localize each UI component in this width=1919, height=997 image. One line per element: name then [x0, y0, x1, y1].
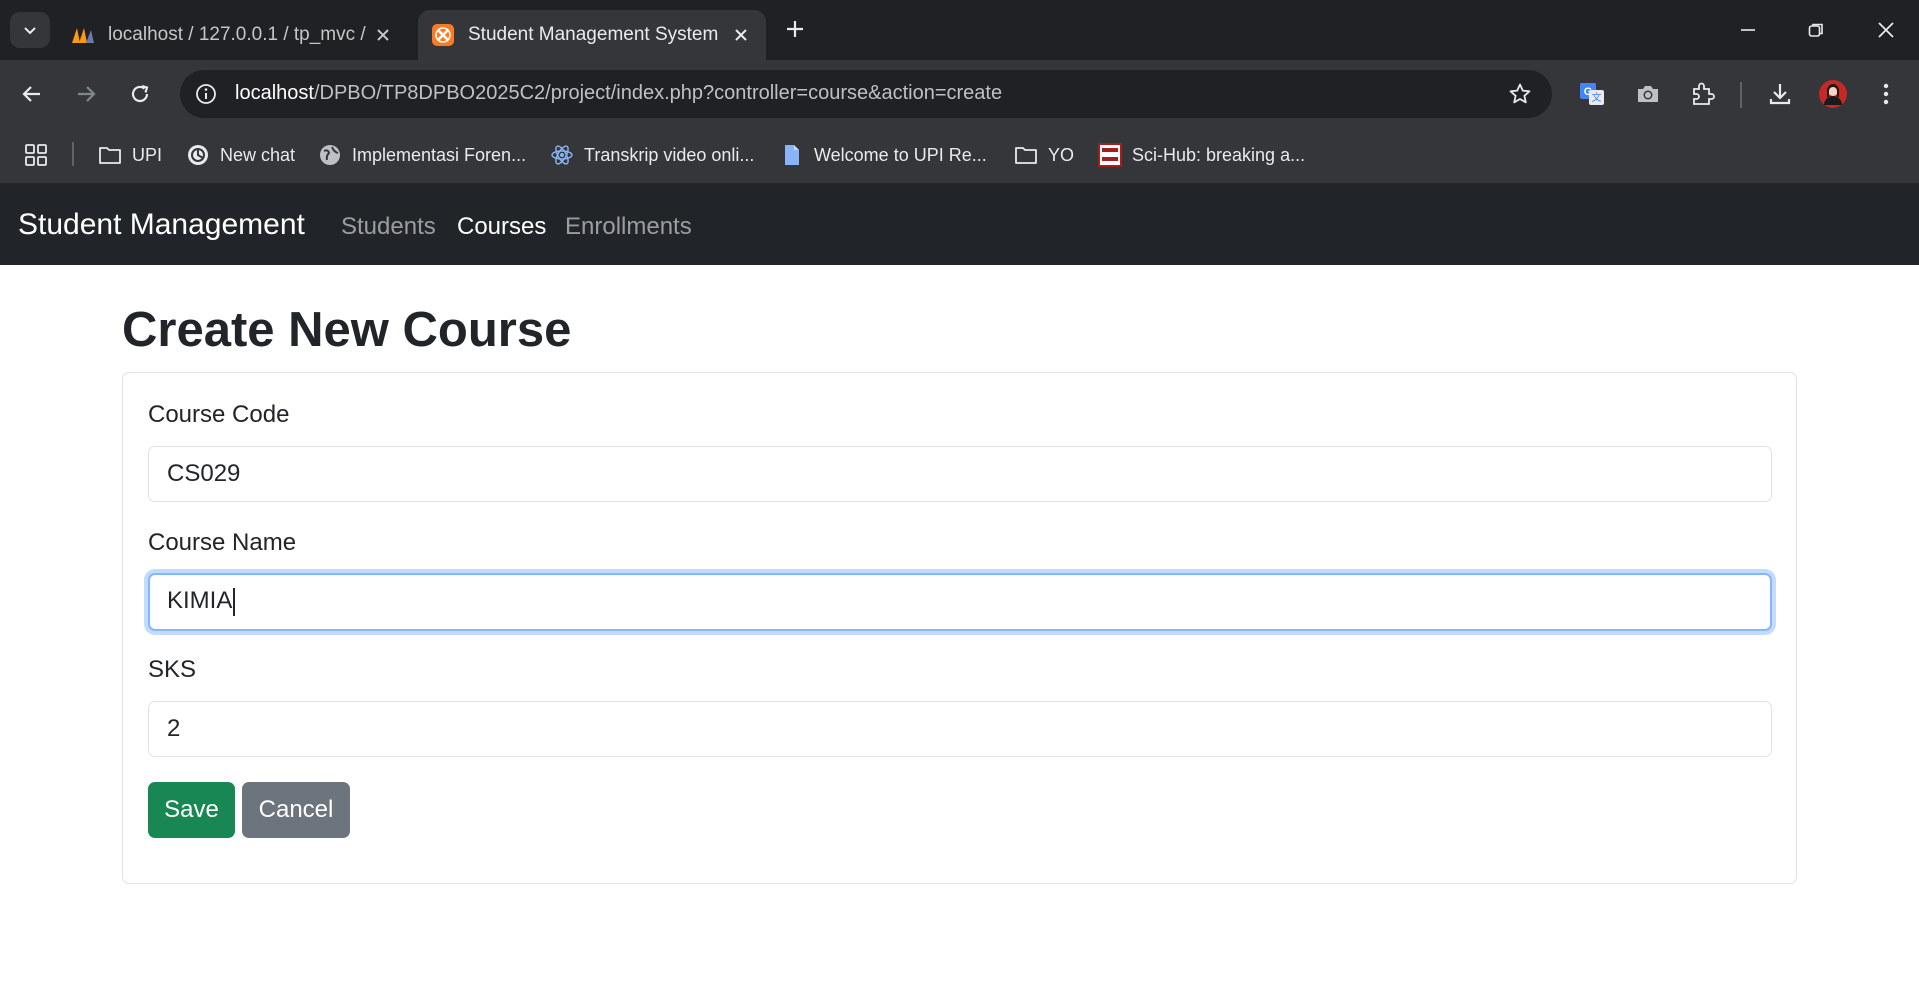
bookmark-label: Welcome to UPI Re...: [814, 144, 987, 165]
url-host: localhost: [235, 82, 314, 104]
address-bar[interactable]: localhost/DPBO/TP8DPBO2025C2/project/ind…: [180, 70, 1552, 118]
folder-icon: [98, 143, 122, 167]
xampp-icon: [430, 22, 456, 48]
sks-value: 2: [167, 715, 181, 742]
nav-link-courses[interactable]: Courses: [457, 213, 546, 241]
phpmyadmin-icon: [70, 22, 96, 48]
cancel-button[interactable]: Cancel: [242, 782, 350, 838]
minimize-button[interactable]: [1718, 10, 1778, 50]
browser-tabstrip: localhost / 127.0.0.1 / tp_mvc / Student…: [0, 0, 1919, 60]
restore-button[interactable]: [1786, 10, 1846, 50]
tab-title: Student Management System: [468, 24, 719, 45]
arrow-right-icon: [78, 86, 96, 102]
folder-icon: [1014, 143, 1038, 167]
chevron-down-icon: [24, 27, 36, 35]
apps-button[interactable]: [24, 139, 48, 171]
bookmark-label: New chat: [220, 144, 296, 165]
svg-text:文: 文: [1592, 91, 1602, 104]
reload-button[interactable]: [122, 76, 158, 112]
browser-tab-phpmyadmin[interactable]: localhost / 127.0.0.1 / tp_mvc /: [58, 10, 408, 60]
restore-icon: [1808, 23, 1823, 37]
navbar-brand[interactable]: Student Management: [18, 208, 305, 242]
close-icon: [1878, 22, 1894, 38]
bookmark-yo[interactable]: YO: [1014, 139, 1074, 171]
browser-tab-student-management[interactable]: Student Management System: [418, 10, 766, 60]
extensions-icon[interactable]: [1684, 76, 1720, 112]
course-name-value: KIMIA: [167, 587, 233, 614]
bookmark-upi[interactable]: UPI: [98, 139, 162, 171]
bookmarks-bar: UPI New chat Implementasi Foren... Trans…: [0, 127, 1919, 183]
bookmark-label: Transkrip video onli...: [584, 144, 755, 165]
browser-toolbar: localhost/DPBO/TP8DPBO2025C2/project/ind…: [0, 60, 1919, 127]
url-text[interactable]: localhost/DPBO/TP8DPBO2025C2/project/ind…: [235, 82, 1002, 105]
url-path: /DPBO/TP8DPBO2025C2/project/index.php?co…: [313, 82, 1003, 104]
openai-icon: [186, 143, 210, 167]
bookmark-label: Implementasi Foren...: [352, 144, 527, 165]
react-icon: [550, 143, 574, 167]
minimize-icon: [1741, 29, 1755, 31]
forward-button[interactable]: [68, 76, 104, 112]
globe-icon: [318, 143, 342, 167]
close-icon[interactable]: [370, 22, 396, 48]
download-icon[interactable]: [1762, 76, 1798, 112]
course-form-card: Course Code CS029 Course Name KIMIA SKS …: [122, 372, 1797, 884]
bookmark-label: UPI: [132, 144, 163, 165]
bookmark-transkrip[interactable]: Transkrip video onli...: [550, 139, 754, 171]
arrow-left-icon: [22, 86, 40, 102]
course-code-input[interactable]: CS029: [148, 446, 1772, 502]
back-button[interactable]: [14, 76, 50, 112]
close-icon[interactable]: [728, 22, 754, 48]
tab-search-button[interactable]: [10, 12, 50, 48]
reload-icon: [131, 84, 149, 103]
scihub-icon: [1098, 143, 1122, 167]
plus-icon: [787, 21, 803, 37]
course-name-label: Course Name: [148, 529, 297, 556]
bookmark-new-chat[interactable]: New chat: [186, 139, 295, 171]
avatar[interactable]: [1815, 76, 1851, 112]
app-navbar: Student Management Students Courses Enro…: [0, 183, 1919, 265]
close-window-button[interactable]: [1856, 10, 1916, 50]
new-tab-button[interactable]: [780, 14, 810, 44]
document-icon: [780, 143, 804, 167]
toolbar-divider: [1740, 82, 1742, 108]
bookmark-implementasi[interactable]: Implementasi Foren...: [318, 139, 526, 171]
bookmark-label: YO: [1048, 144, 1075, 165]
tab-title: localhost / 127.0.0.1 / tp_mvc /: [108, 24, 366, 45]
nav-link-enrollments[interactable]: Enrollments: [565, 213, 692, 241]
translate-icon[interactable]: G文: [1574, 76, 1610, 112]
course-code-label: Course Code: [148, 401, 290, 428]
bookmarks-divider: [72, 142, 74, 166]
course-name-input[interactable]: KIMIA: [148, 573, 1772, 631]
apps-grid-icon: [25, 144, 47, 166]
sks-label: SKS: [148, 656, 197, 683]
bookmark-label: Sci-Hub: breaking a...: [1132, 144, 1306, 165]
camera-icon[interactable]: [1630, 76, 1666, 112]
save-button[interactable]: Save: [148, 782, 235, 838]
course-code-value: CS029: [167, 460, 241, 487]
bookmark-scihub[interactable]: Sci-Hub: breaking a...: [1098, 139, 1305, 171]
bookmark-welcome-upi[interactable]: Welcome to UPI Re...: [780, 139, 987, 171]
star-icon[interactable]: [1506, 80, 1534, 108]
nav-link-students[interactable]: Students: [341, 213, 436, 241]
text-caret: [233, 587, 236, 616]
page-title: Create New Course: [122, 303, 572, 357]
sks-input[interactable]: 2: [148, 701, 1772, 757]
more-menu-icon[interactable]: [1868, 76, 1904, 112]
info-icon[interactable]: [192, 80, 220, 108]
